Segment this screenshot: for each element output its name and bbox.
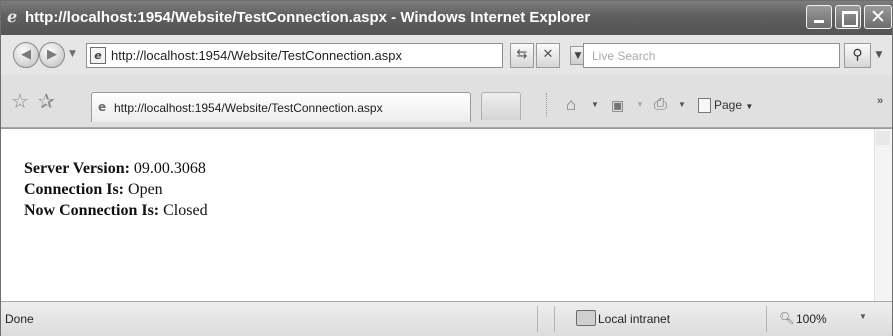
refresh-button[interactable]: ⇆: [510, 43, 534, 68]
favorites-star-icon[interactable]: ☆: [11, 89, 29, 113]
back-arrow-icon: ◀: [21, 47, 31, 62]
maximize-icon: [842, 11, 858, 27]
new-tab-button[interactable]: [481, 92, 521, 120]
search-button[interactable]: ⚲: [844, 43, 871, 68]
home-dropdown[interactable]: ▼: [591, 93, 599, 117]
browser-window: ℯ http://localhost:1954/Website/TestConn…: [0, 0, 893, 336]
chevron-down-icon: ▼: [745, 102, 754, 111]
page-menu[interactable]: Page ▼: [698, 93, 753, 117]
window-title: http://localhost:1954/Website/TestConnec…: [25, 9, 591, 26]
line-label: Server Version:: [24, 160, 130, 177]
stop-x-icon: ✕: [542, 47, 554, 62]
forward-button[interactable]: ▶: [39, 42, 65, 68]
scroll-up-arrow[interactable]: [876, 131, 890, 145]
tab-label: http://localhost:1954/Website/TestConnec…: [114, 101, 383, 115]
toolbar-separator: [546, 93, 548, 117]
line-label: Connection Is:: [24, 181, 125, 198]
stop-button[interactable]: ✕: [536, 43, 560, 68]
page-menu-icon: [698, 98, 711, 114]
chevron-down-icon: ▼: [574, 51, 582, 61]
search-options-dropdown[interactable]: ▼: [872, 43, 886, 68]
address-bar[interactable]: e http://localhost:1954/Website/TestConn…: [86, 43, 586, 68]
print-dropdown[interactable]: ▼: [678, 93, 686, 117]
minimize-icon: [814, 20, 824, 23]
forward-arrow-icon: ▶: [47, 47, 57, 62]
status-divider: [766, 306, 767, 332]
address-input[interactable]: http://localhost:1954/Website/TestConnec…: [111, 48, 402, 63]
more-commands-chevron[interactable]: »: [877, 89, 883, 113]
maximize-button[interactable]: [835, 5, 861, 29]
intranet-zone-icon: [576, 310, 596, 326]
page-icon: e: [90, 47, 106, 64]
line-label: Now Connection Is:: [24, 202, 160, 219]
vertical-scrollbar[interactable]: [874, 129, 892, 302]
tab-active[interactable]: e http://localhost:1954/Website/TestConn…: [91, 92, 471, 122]
add-favorites-star-icon[interactable]: ✰: [38, 89, 55, 113]
refresh-icon: ⇆: [516, 47, 528, 62]
connection-status-line: Connection Is: Open: [24, 179, 208, 200]
connection-info: Server Version: 09.00.3068 Connection Is…: [24, 158, 208, 221]
server-version-line: Server Version: 09.00.3068: [24, 158, 208, 179]
close-button[interactable]: ✕: [864, 5, 892, 29]
ie-logo-icon: ℯ: [7, 7, 18, 26]
tab-page-icon: e: [98, 100, 107, 114]
feeds-dropdown[interactable]: ▼: [636, 93, 644, 117]
title-bar[interactable]: ℯ http://localhost:1954/Website/TestConn…: [1, 1, 892, 35]
zoom-icon: 🔍︎: [779, 311, 795, 325]
feeds-icon[interactable]: ▣: [611, 93, 624, 117]
back-button[interactable]: ◀: [13, 42, 39, 68]
zoom-level[interactable]: 100%: [796, 312, 827, 326]
status-divider: [554, 306, 555, 332]
tab-and-command-bar: ☆ ✰ e http://localhost:1954/Website/Test…: [1, 75, 892, 128]
search-input[interactable]: Live Search: [592, 49, 655, 63]
address-toolbar: ◀ ▶ ▼ e http://localhost:1954/Website/Te…: [1, 35, 892, 75]
status-divider: [537, 306, 538, 332]
line-value: 09.00.3068: [129, 160, 206, 177]
line-value: Open: [124, 181, 163, 198]
print-icon[interactable]: ⎙: [654, 93, 667, 117]
now-connection-status-line: Now Connection Is: Closed: [24, 200, 208, 221]
page-menu-label: Page: [714, 98, 743, 112]
security-zone[interactable]: Local intranet: [598, 312, 670, 326]
status-bar: Done Local intranet 🔍︎ 100% ▼: [1, 301, 892, 336]
close-icon: ✕: [870, 6, 886, 28]
home-icon[interactable]: ⌂: [566, 93, 576, 117]
magnifier-icon: ⚲: [852, 47, 863, 63]
zoom-dropdown[interactable]: ▼: [859, 312, 867, 321]
line-value: Closed: [159, 202, 208, 219]
minimize-button[interactable]: [806, 5, 832, 29]
status-text: Done: [5, 312, 34, 326]
search-box[interactable]: Live Search: [583, 43, 840, 68]
page-content: Server Version: 09.00.3068 Connection Is…: [1, 128, 892, 302]
recent-pages-dropdown[interactable]: ▼: [69, 49, 76, 59]
